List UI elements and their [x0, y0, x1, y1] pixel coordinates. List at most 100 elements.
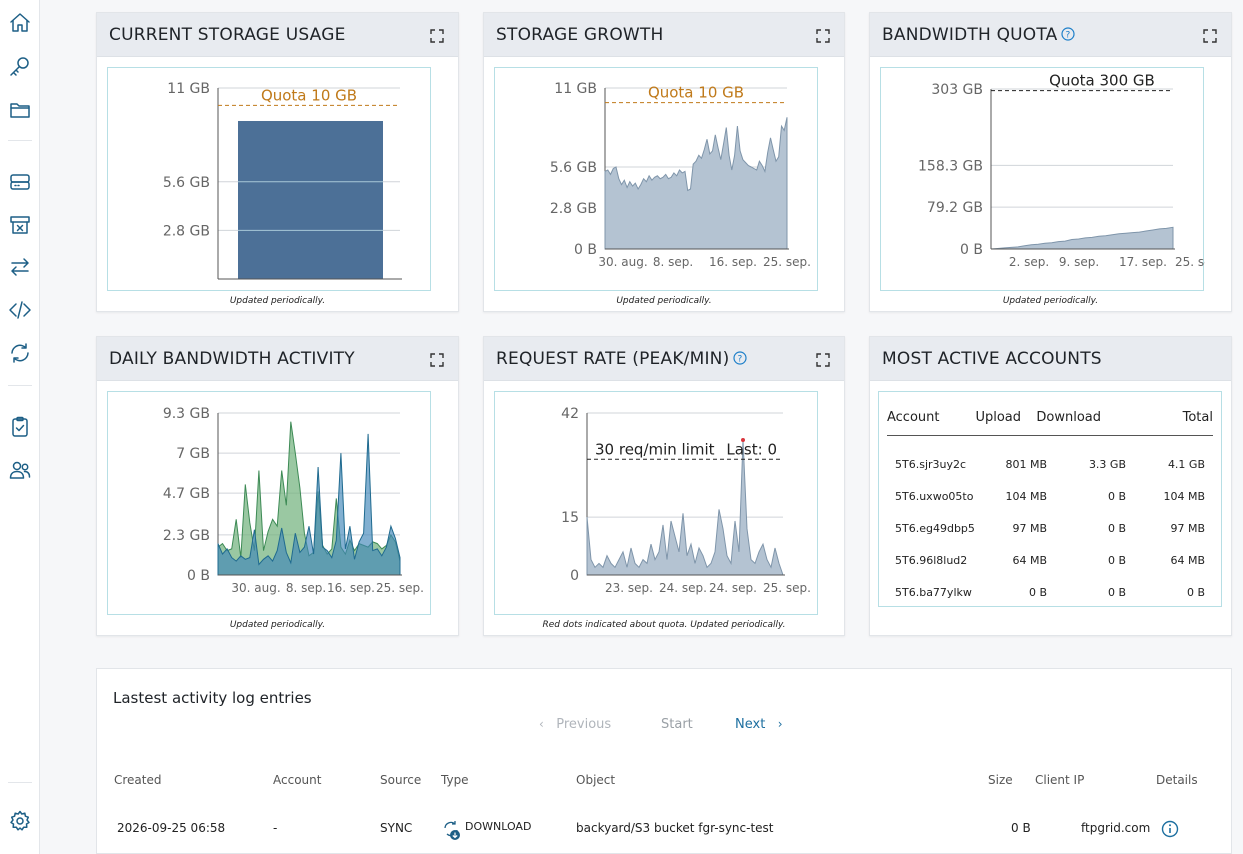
- x-tick-label: 17. sep.: [1119, 255, 1167, 269]
- y-tick-label: 9.3 GB: [163, 406, 210, 422]
- account-cell: 5T6.ba77ylkw: [895, 586, 972, 599]
- start-button[interactable]: Start: [661, 717, 693, 732]
- x-tick-label: 24. sep.: [709, 581, 757, 595]
- expand-icon[interactable]: [1203, 28, 1217, 43]
- chevron-right-icon: ›: [777, 717, 783, 731]
- key-icon[interactable]: [6, 53, 34, 81]
- quota-label: Quota 10 GB: [648, 84, 744, 102]
- y-tick-label: 2.8 GB: [163, 223, 210, 239]
- x-tick-label: 16. sep.: [709, 255, 757, 269]
- storage-growth-card: STORAGE GROWTH 0 B 2.8 GB 5.6 GB 11 GB 30. a…: [483, 12, 845, 312]
- quota-label: 30 req/min limit: [595, 440, 715, 458]
- table-header: Account Upload Download Total: [887, 410, 1213, 436]
- quota-dot: [741, 438, 745, 442]
- card-title: STORAGE GROWTH: [496, 25, 664, 45]
- column-header: Details: [1156, 773, 1198, 787]
- column-header: Size: [988, 773, 1013, 787]
- y-tick-label: 158.3 GB: [918, 158, 983, 174]
- help-icon[interactable]: ?: [1061, 27, 1076, 41]
- y-tick-label: 5.6 GB: [163, 175, 210, 191]
- code-icon[interactable]: [6, 296, 34, 324]
- column-header: Type: [441, 773, 469, 787]
- y-tick-label: 4.7 GB: [163, 486, 210, 502]
- chevron-left-icon: ‹: [539, 717, 544, 731]
- created-cell: 2026-09-25 06:58: [117, 821, 226, 835]
- request-rate-card: REQUEST RATE (PEAK/MIN)? 0 15 42 23. sep. 24…: [483, 336, 845, 636]
- users-icon[interactable]: [6, 456, 34, 484]
- y-tick-label: 7 GB: [176, 446, 210, 462]
- column-header: Account: [887, 410, 940, 425]
- account-cell: 5T6.uxwo05to: [895, 490, 974, 503]
- object-cell: backyard/S3 bucket fgr-sync-test: [576, 821, 774, 835]
- y-tick-label: 0 B: [574, 242, 597, 258]
- area-series: [990, 226, 1174, 250]
- svg-text:?: ?: [738, 355, 743, 365]
- accounts-table: Account Upload Download Total 5T6.sjr3uy…: [878, 391, 1222, 607]
- table-row: 5T6.ba77ylkw 0 B 0 B 0 B: [887, 586, 1213, 606]
- update-note: Updated periodically.: [1002, 296, 1099, 306]
- total-cell: 104 MB: [1163, 490, 1205, 503]
- x-tick-label: 9. sep.: [1059, 255, 1099, 269]
- y-tick-label: 15: [561, 510, 579, 526]
- download-cell: 0 B: [1107, 490, 1126, 503]
- next-button[interactable]: Next ›: [735, 717, 783, 732]
- quota-label: Quota 300 GB: [1049, 72, 1155, 90]
- column-header: Total: [1182, 410, 1213, 425]
- clipboard-check-icon[interactable]: [6, 413, 34, 441]
- svg-text:?: ?: [1066, 31, 1071, 41]
- update-note: Updated periodically.: [229, 620, 326, 630]
- x-tick-label: 30. aug.: [598, 255, 647, 269]
- account-cell: 5T6.eg49dbp5: [895, 522, 975, 535]
- expand-icon[interactable]: [816, 28, 830, 43]
- bandwidth-quota-card: BANDWIDTH QUOTA? 0 B 79.2 GB 158.3 GB 303 G…: [869, 12, 1232, 312]
- upload-cell: 104 MB: [1005, 490, 1047, 503]
- transfer-icon[interactable]: [6, 253, 34, 281]
- column-header: Account: [273, 773, 322, 787]
- previous-button[interactable]: ‹ Previous: [539, 717, 611, 732]
- area-series: [586, 439, 784, 576]
- y-tick-label: 0 B: [187, 568, 210, 584]
- source-cell: SYNC: [380, 821, 413, 835]
- upload-cell: 97 MB: [1012, 522, 1047, 535]
- card-title: BANDWIDTH QUOTA: [882, 25, 1058, 45]
- x-tick-label: 25. sep.: [763, 581, 811, 595]
- bar: [238, 120, 383, 279]
- archive-icon[interactable]: [6, 211, 34, 239]
- expand-icon[interactable]: [430, 352, 444, 367]
- x-tick-label: 2. sep.: [1009, 255, 1049, 269]
- last-value-label: Last: 0: [726, 440, 777, 458]
- daily-bandwidth-chart: 0 B 2.3 GB 4.7 GB 7 GB 9.3 GB 30. aug. 8. sep.…: [107, 391, 431, 615]
- size-cell: 0 B: [1011, 821, 1031, 835]
- storage-usage-chart: 2.8 GB 5.6 GB 11 GB Quota 10 GB: [107, 67, 431, 291]
- card-title: MOST ACTIVE ACCOUNTS: [882, 349, 1102, 369]
- column-header: Object: [576, 773, 616, 787]
- x-tick-label: 25. sep.: [763, 255, 811, 269]
- upload-cell: 0 B: [1028, 586, 1047, 599]
- expand-icon[interactable]: [816, 352, 830, 367]
- settings-icon[interactable]: [6, 807, 34, 835]
- x-tick-label: 25. sep.: [376, 581, 424, 595]
- info-icon[interactable]: [1161, 820, 1179, 838]
- download-cell: 0 B: [1107, 554, 1126, 567]
- x-tick-label: 16. sep.: [327, 581, 375, 595]
- help-icon[interactable]: ?: [733, 351, 748, 365]
- column-header: Created: [114, 773, 162, 787]
- download-cell: 3.3 GB: [1088, 458, 1126, 471]
- table-row: 5T6.uxwo05to 104 MB 0 B 104 MB: [887, 490, 1213, 510]
- sync-icon[interactable]: [6, 339, 34, 367]
- daily-bandwidth-card: DAILY BANDWIDTH ACTIVITY 0 B 2.3 GB 4.7 GB…: [96, 336, 459, 636]
- expand-icon[interactable]: [430, 28, 444, 43]
- client-ip-cell: ftpgrid.com: [1081, 821, 1151, 835]
- y-tick-label: 79.2 GB: [927, 200, 983, 216]
- x-tick-label: 8. sep.: [653, 255, 693, 269]
- download-cell: 0 B: [1107, 586, 1126, 599]
- card-title: CURRENT STORAGE USAGE: [109, 25, 346, 45]
- folder-icon[interactable]: [6, 96, 34, 124]
- column-header: Download: [1036, 410, 1101, 425]
- column-header: Source: [380, 773, 422, 787]
- storage-growth-chart: 0 B 2.8 GB 5.6 GB 11 GB 30. aug. 8. sep. 16. s…: [494, 67, 818, 291]
- server-icon[interactable]: [6, 168, 34, 196]
- home-icon[interactable]: [6, 9, 34, 37]
- y-tick-label: 11 GB: [554, 81, 597, 97]
- column-header: Upload: [975, 410, 1021, 425]
